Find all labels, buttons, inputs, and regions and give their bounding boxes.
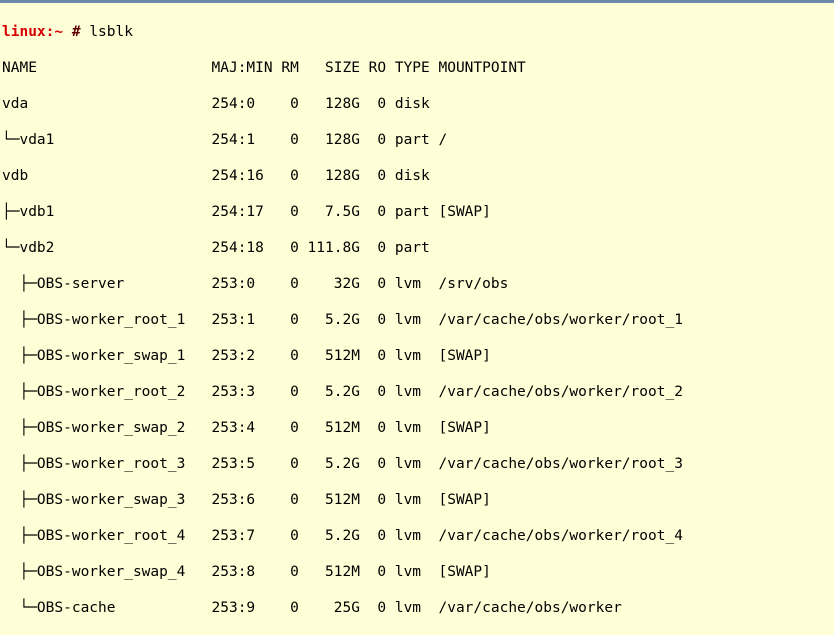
prompt-line-1: linux:~ # lsblk	[2, 23, 834, 41]
lsblk-row: ├─vdb1 254:17 0 7.5G 0 part [SWAP]	[2, 203, 834, 221]
typed-command-1: lsblk	[89, 24, 133, 40]
lsblk-row: └─vda1 254:1 0 128G 0 part /	[2, 131, 834, 149]
lsblk-row: ├─OBS-worker_swap_3 253:6 0 512M 0 lvm […	[2, 491, 834, 509]
prompt-hash: #	[72, 24, 89, 40]
lsblk-row: vda 254:0 0 128G 0 disk	[2, 95, 834, 113]
lsblk-row: ├─OBS-worker_root_2 253:3 0 5.2G 0 lvm /…	[2, 383, 834, 401]
prompt-host: linux:~	[2, 24, 72, 40]
terminal[interactable]: linux:~ # lsblk NAME MAJ:MIN RM SIZE RO …	[0, 3, 834, 635]
lsblk-row: └─OBS-cache 253:9 0 25G 0 lvm /var/cache…	[2, 599, 834, 617]
lsblk-row: ├─OBS-server 253:0 0 32G 0 lvm /srv/obs	[2, 275, 834, 293]
lsblk-row: ├─OBS-worker_root_3 253:5 0 5.2G 0 lvm /…	[2, 455, 834, 473]
lsblk-row: ├─OBS-worker_root_4 253:7 0 5.2G 0 lvm /…	[2, 527, 834, 545]
lsblk-row: ├─OBS-worker_swap_2 253:4 0 512M 0 lvm […	[2, 419, 834, 437]
lsblk-header: NAME MAJ:MIN RM SIZE RO TYPE MOUNTPOINT	[2, 59, 834, 77]
lsblk-row: └─vdb2 254:18 0 111.8G 0 part	[2, 239, 834, 257]
lsblk-row: ├─OBS-worker_root_1 253:1 0 5.2G 0 lvm /…	[2, 311, 834, 329]
lsblk-row: vdb 254:16 0 128G 0 disk	[2, 167, 834, 185]
lsblk-row: ├─OBS-worker_swap_4 253:8 0 512M 0 lvm […	[2, 563, 834, 581]
lsblk-row: ├─OBS-worker_swap_1 253:2 0 512M 0 lvm […	[2, 347, 834, 365]
